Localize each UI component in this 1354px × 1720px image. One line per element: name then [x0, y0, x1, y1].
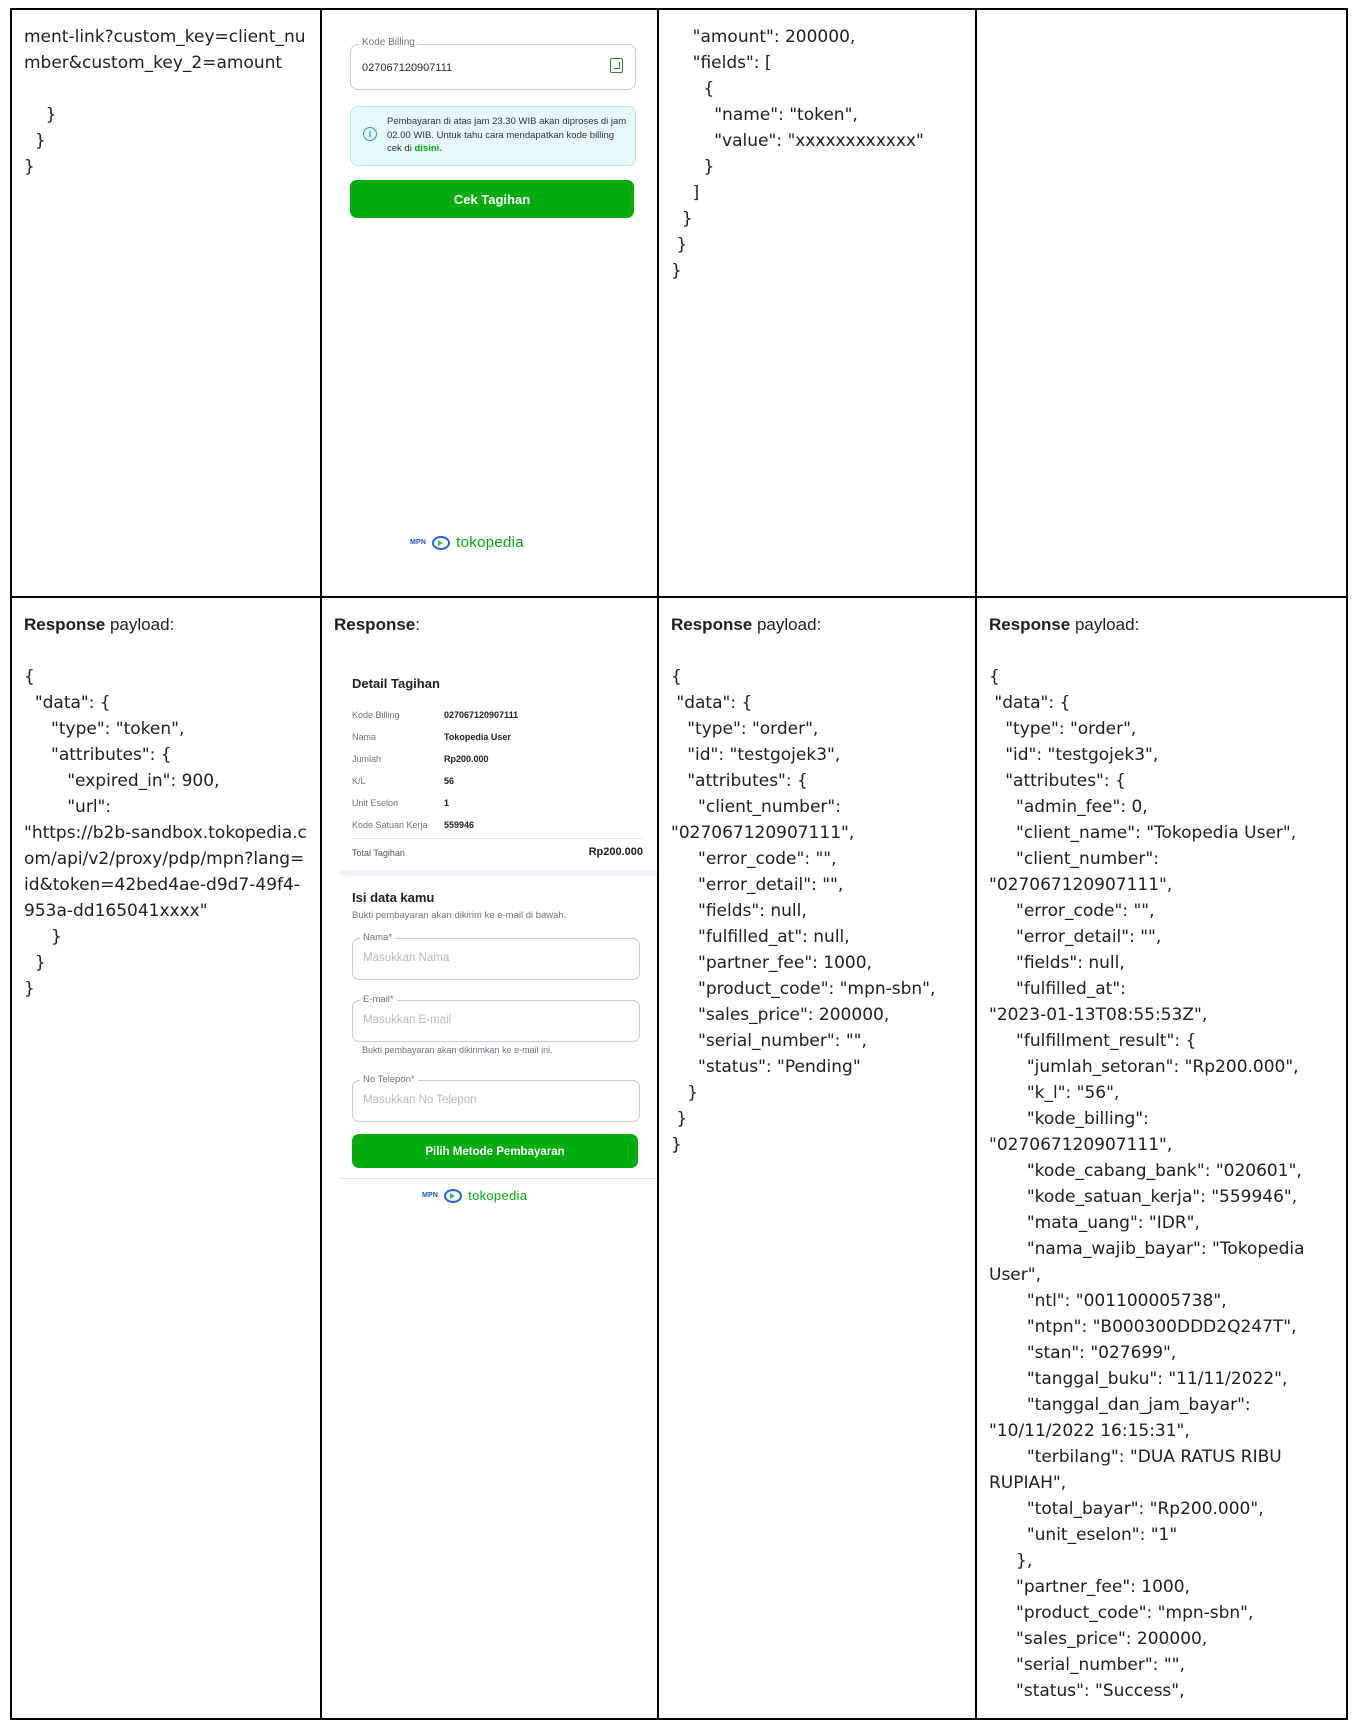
billing-code-value: 027067120907111	[362, 62, 453, 74]
info-text: Pembayaran di atas jam 23.30 WIB akan di…	[387, 116, 627, 154]
request-url-cell: ment-link?custom_key=client_number&custo…	[10, 8, 322, 598]
request-payload-cell: "amount": 200000, "fields": [ { "name": …	[657, 8, 977, 598]
nama-placeholder: Masukkan Nama	[363, 952, 450, 964]
detail-row: Unit Eselon 1	[352, 798, 450, 808]
billing-code-label: Kode Billing	[359, 37, 418, 48]
tokopedia-logo-text: tokopedia	[456, 534, 524, 551]
detail-screen-cell: Response: Detail Tagihan Kode Billing 027…	[320, 596, 659, 1720]
response-heading: Response payload:	[671, 615, 822, 634]
api-doc-table: ment-link?custom_key=client_number&custo…	[10, 8, 1348, 1720]
scan-icon[interactable]	[610, 58, 623, 73]
detail-tagihan-screen: Response: Detail Tagihan Kode Billing 027…	[323, 599, 656, 1717]
response-heading: Response payload:	[24, 615, 175, 634]
detail-row: Kode Satuan Kerja 559946	[352, 820, 475, 830]
email-label: E-mail*	[360, 994, 397, 1005]
pilih-metode-pembayaran-button[interactable]: Pilih Metode Pembayaran	[352, 1134, 638, 1168]
mpn-logo-text: MPN	[410, 539, 427, 546]
table-row: ment-link?custom_key=client_number&custo…	[10, 8, 1348, 598]
token-response-cell: Response payload: { "data": { "type": "t…	[10, 596, 322, 1720]
nama-label: Nama*	[360, 932, 396, 943]
info-icon: i	[363, 127, 377, 141]
total-value: Rp200.000	[588, 846, 643, 858]
response-heading: Response payload:	[989, 615, 1140, 634]
email-hint: Bukti pembayaran akan dikirimkan ke e-ma…	[362, 1045, 553, 1055]
pending-response-cell: Response payload: { "data": { "type": "o…	[657, 596, 977, 1720]
detail-row: Nama Tokopedia User	[352, 732, 511, 742]
nama-field[interactable]: Nama* Masukkan Nama	[352, 932, 640, 980]
telepon-field[interactable]: No Telepon* Masukkan No Telepon	[352, 1074, 640, 1122]
success-response-cell: Response payload: { "data": { "type": "o…	[975, 596, 1348, 1720]
table-row: Response payload: { "data": { "type": "t…	[10, 596, 1348, 1720]
request-url-code: ment-link?custom_key=client_number&custo…	[24, 27, 306, 177]
section-divider	[340, 870, 656, 876]
footer-logo: MPN tokopedia	[410, 534, 524, 551]
billing-code-field[interactable]: Kode Billing 027067120907111	[350, 37, 636, 90]
tokopedia-logo-text: tokopedia	[468, 1188, 528, 1203]
mpn-logo-icon	[444, 1188, 463, 1203]
document-page: ment-link?custom_key=client_number&custo…	[10, 8, 1348, 1720]
footer-logo: MPN tokopedia	[422, 1188, 527, 1203]
mpn-logo-text: MPN	[422, 1192, 439, 1199]
total-label: Total Tagihan	[352, 848, 405, 858]
response-heading: Response:	[334, 615, 420, 634]
detail-tagihan-title: Detail Tagihan	[352, 676, 440, 691]
cek-tagihan-button[interactable]: Cek Tagihan	[350, 180, 634, 218]
detail-row: K/L 56	[352, 776, 455, 786]
token-response-code: { "data": { "type": "token", "attributes…	[24, 667, 307, 999]
detail-row: Kode Billing 027067120907111	[352, 710, 519, 720]
detail-row: Jumlah Rp200.000	[352, 754, 489, 764]
empty-cell	[975, 8, 1348, 598]
mpn-logo-icon	[432, 535, 451, 550]
success-response-code: { "data": { "type": "order", "id": "test…	[989, 667, 1305, 1701]
telepon-label: No Telepon*	[360, 1074, 418, 1085]
divider	[340, 1178, 656, 1179]
request-payload-code: "amount": 200000, "fields": [ { "name": …	[671, 27, 924, 281]
telepon-placeholder: Masukkan No Telepon	[363, 1094, 477, 1106]
pending-response-code: { "data": { "type": "order", "id": "test…	[671, 667, 936, 1155]
email-field[interactable]: E-mail* Masukkan E-mail	[352, 994, 640, 1042]
divider	[352, 838, 642, 839]
disini-link[interactable]: disini.	[414, 143, 441, 154]
email-placeholder: Masukkan E-mail	[363, 1014, 452, 1026]
isi-data-subtitle: Bukti pembayaran akan dikirim ke e-mail …	[352, 910, 567, 921]
billing-screen-cell: Kode Billing 027067120907111 i Pembayara…	[320, 8, 659, 598]
billing-screen: Kode Billing 027067120907111 i Pembayara…	[323, 11, 656, 595]
isi-data-title: Isi data kamu	[352, 890, 435, 905]
info-banner: i Pembayaran di atas jam 23.30 WIB akan …	[350, 106, 636, 166]
